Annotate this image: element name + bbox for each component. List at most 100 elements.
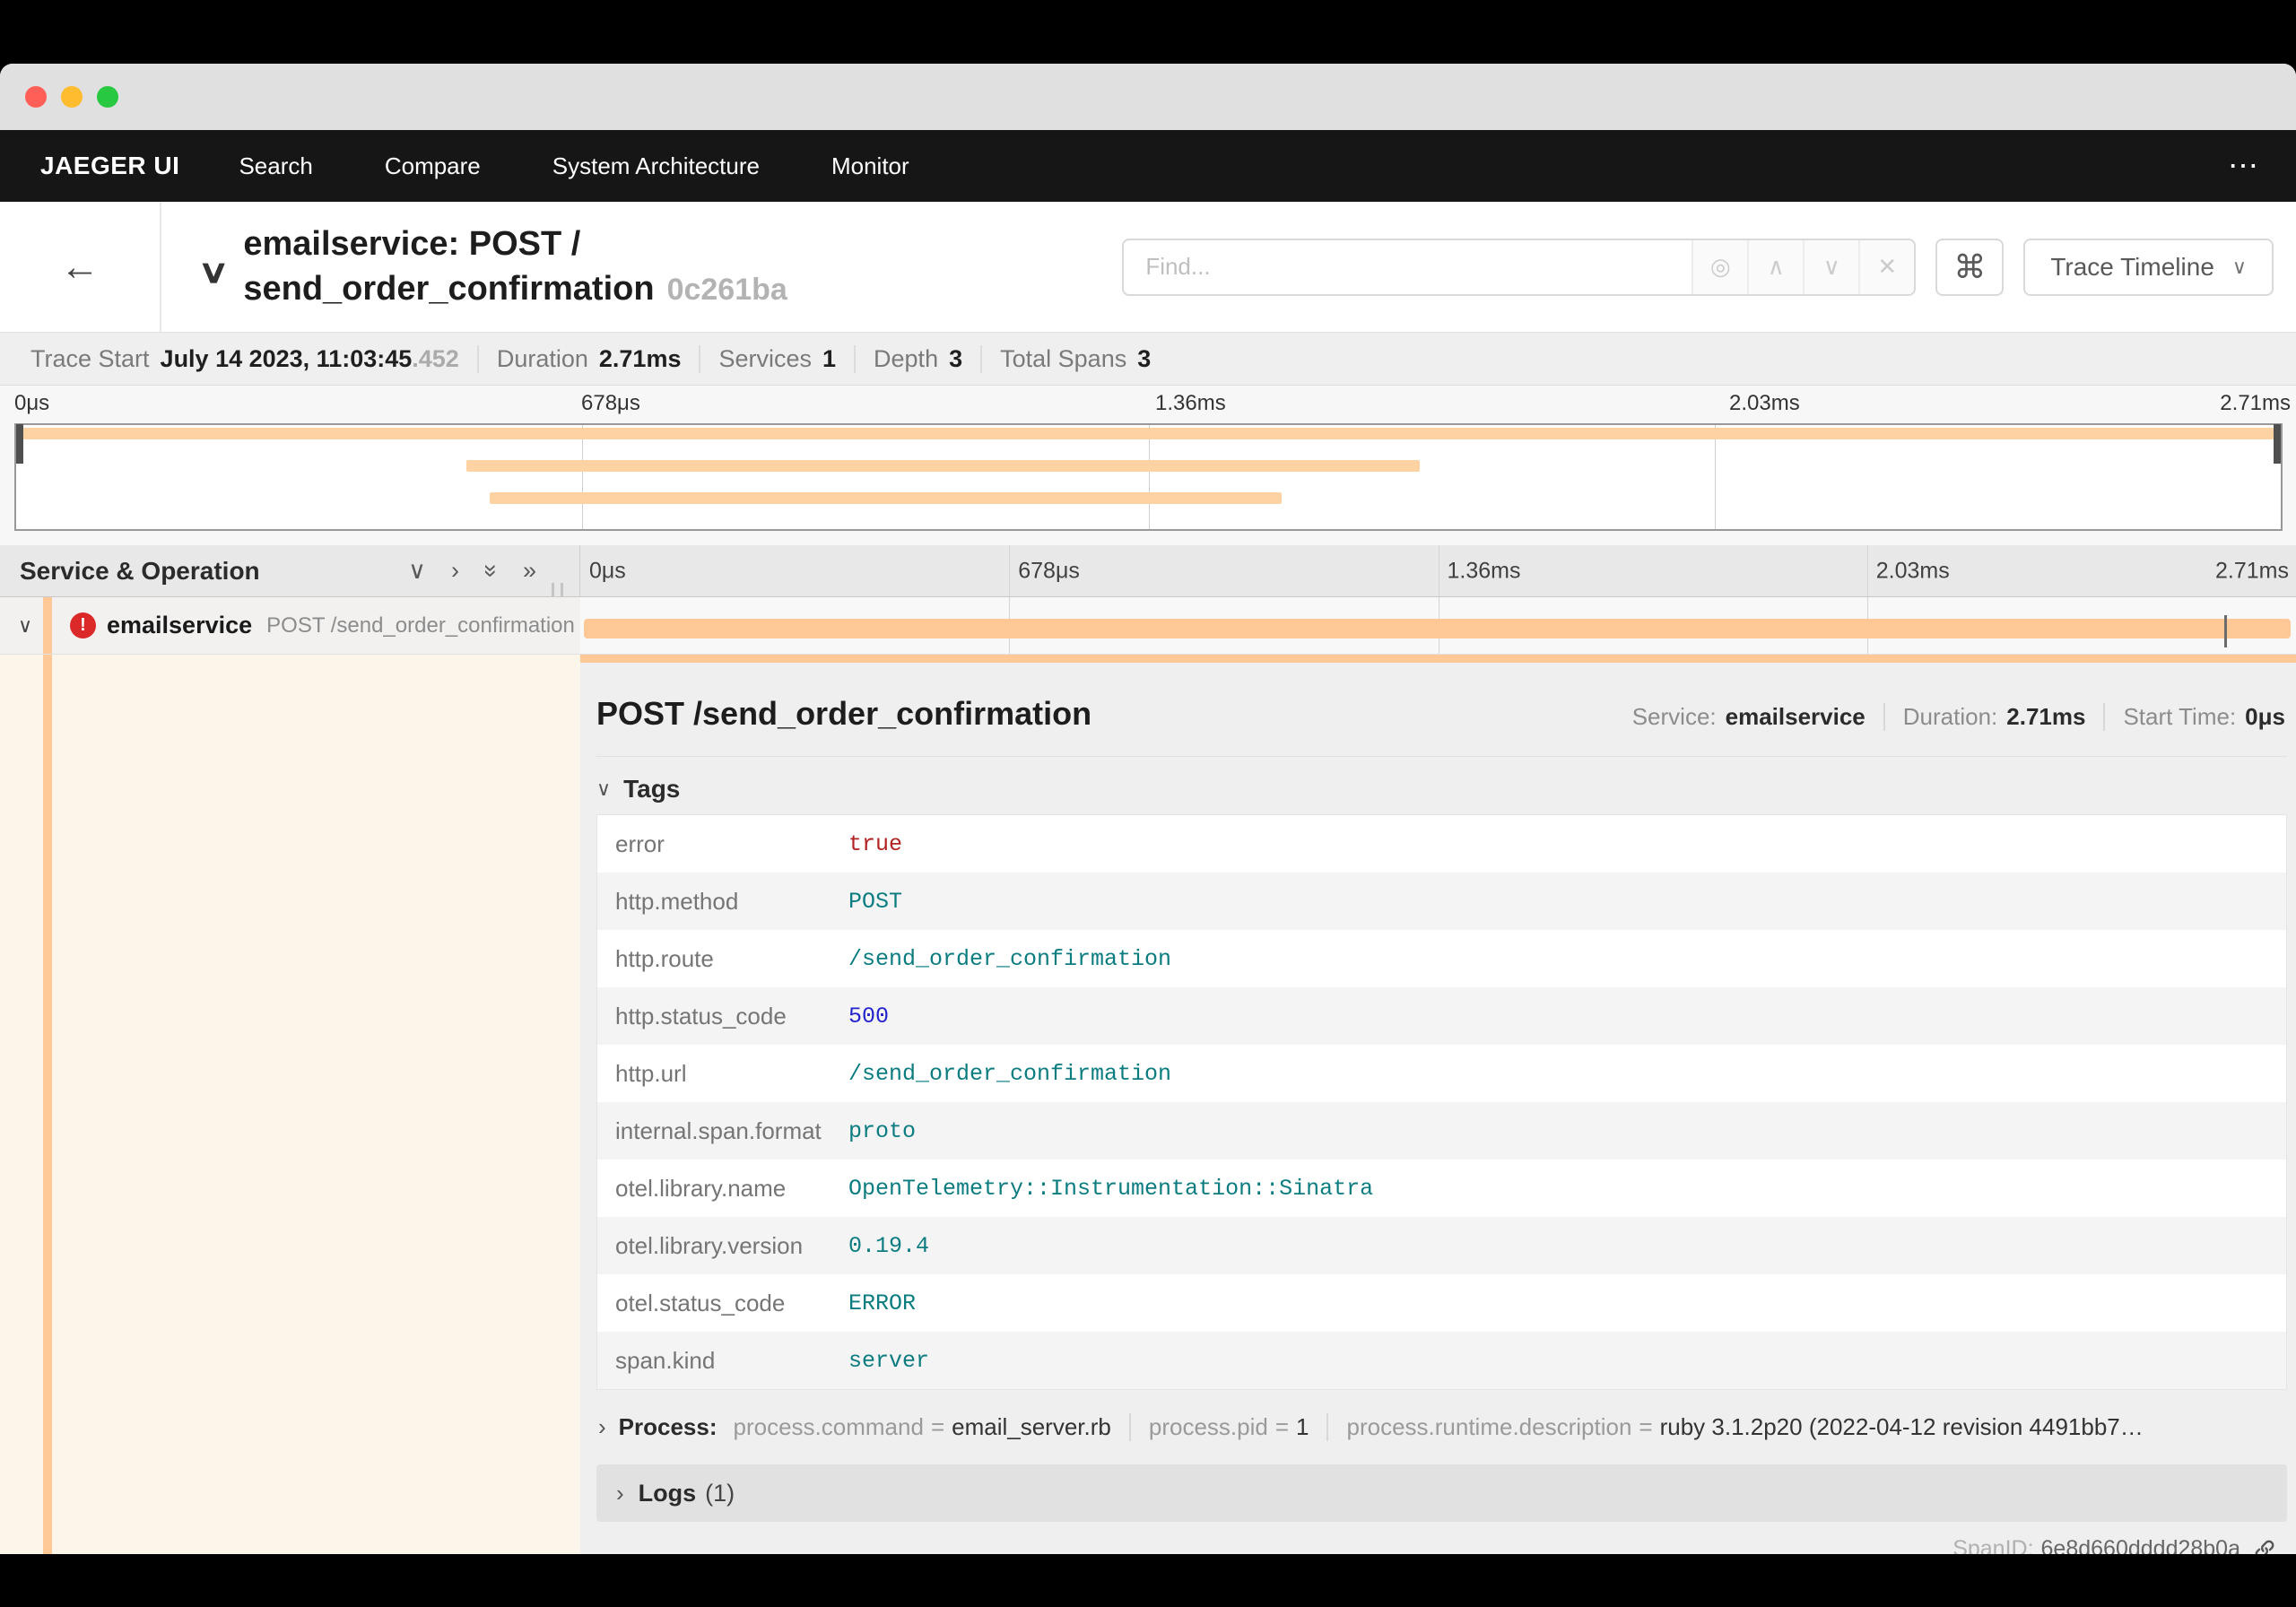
column-resizer-grip[interactable] [552,583,563,596]
timeline-tick-2: 1.36ms [1447,558,1521,583]
process-runtime-description: process.runtime.description = ruby 3.1.2p2… [1346,1413,2144,1440]
detail-row-top-strip [0,655,2296,663]
span-color-strip [43,597,52,654]
trace-title-line2: send_order_confirmation 0c261ba [243,270,787,308]
logs-section-header[interactable]: › Logs (1) [596,1464,2287,1522]
span-timeline-cell[interactable] [580,597,2296,654]
table-row: span.kind server [597,1332,2286,1389]
table-row: otel.library.version 0.19.4 [597,1217,2286,1274]
minimap-tick-1: 678μs [581,391,640,415]
minimap-tick-4: 2.71ms [2220,391,2291,415]
nav-item-compare[interactable]: Compare [385,152,481,180]
process-command: process.command = email_server.rb [734,1413,1131,1441]
minimap-span-bar-3 [489,492,1283,504]
span-row-emailservice[interactable]: ∨ ! emailservice POST /send_order_confir… [0,597,2296,655]
detail-indent-column [0,663,580,1554]
table-row: http.url/send_order_confirmation [615,1059,1172,1087]
summary-depth: Depth 3 [856,344,983,373]
back-button[interactable]: ← [0,202,161,332]
minimap-left-drag-handle[interactable] [16,424,23,464]
meta-duration: Duration: 2.71ms [1885,703,2106,731]
timeline-tick-4: 2.71ms [2215,558,2289,583]
table-row: otel.status_code ERROR [615,1289,917,1316]
detail-title-row: POST /send_order_confirmation Service: em… [596,695,2287,733]
table-row: http.route/send_order_confirmation [615,944,1172,972]
collapse-trace-chevron-icon[interactable]: ∨ [197,253,230,291]
expand-all-icon[interactable]: » [523,557,536,585]
meta-start-time: Start Time: 0μs [2123,703,2285,730]
nav-item-monitor[interactable]: Monitor [831,152,909,180]
process-section-header[interactable]: › Process: process.command = email_server.… [596,1413,2287,1441]
view-selector-label: Trace Timeline [2050,252,2214,281]
table-row: error true [615,830,903,857]
link-icon[interactable] [2253,1538,2276,1555]
traffic-lights [25,86,118,108]
table-row: internal.span.format proto [597,1102,2286,1160]
detail-meta: Service: emailservice Duration: 2.71ms Sta… [1614,703,2287,731]
zoom-window-button[interactable] [97,86,118,108]
prev-match-button[interactable]: ∧ [1747,239,1804,294]
span-service-name: emailservice [107,612,253,638]
nav-overflow-icon[interactable]: ⋯ [2228,148,2260,184]
nav-item-search[interactable]: Search [239,152,312,180]
app-window: JAEGER UI Search Compare System Architec… [0,64,2296,1554]
trace-id: 0c261ba [666,273,787,307]
keyboard-shortcuts-button[interactable]: ⌘ [1935,238,2005,296]
header-controls: Find... ◎ ∧ ∨ ✕ ⌘ Trace Timeline ∨ [1122,238,2274,296]
chevron-right-icon: › [598,1413,606,1440]
detail-span-bar [580,655,2296,663]
minimap-canvas[interactable] [14,423,2283,531]
span-id-footer: SpanID: 6e8d660dddd28b0a [596,1536,2287,1554]
table-row: otel.library.name OpenTelemetry::Instrume… [615,1174,1374,1202]
span-color-strip [43,655,52,663]
summary-services: Services 1 [700,344,857,373]
minimap-right-drag-handle[interactable] [2274,424,2281,464]
span-duration-bar[interactable] [583,619,2292,638]
timeline-header: 0μs 678μs 1.36ms 2.03ms 2.71ms [580,545,2296,596]
focus-match-button[interactable]: ◎ [1692,239,1748,294]
summary-trace-start: Trace Start July 14 2023, 11:03:45 .452 [13,344,479,373]
top-navbar: JAEGER UI Search Compare System Architec… [0,130,2296,202]
child-span-end-marker [2223,615,2227,647]
trace-title-block: emailservice: POST / send_order_confirma… [243,222,787,312]
close-window-button[interactable] [25,86,47,108]
tags-table: error true http.method POST http.route/sen… [596,814,2287,1390]
expand-one-icon[interactable]: › [451,557,459,585]
tags-section-header[interactable]: ∨ Tags [596,775,2287,804]
close-icon: ✕ [1877,253,1898,280]
minimap-tick-3: 2.03ms [1729,391,1800,415]
chevron-down-icon: ∨ [596,777,612,800]
screen: JAEGER UI Search Compare System Architec… [0,0,2296,1607]
span-grid-header: Service & Operation ∨ › » » 0μs 678μs 1.… [0,545,2296,597]
summary-total-spans: Total Spans 3 [1000,344,1152,372]
service-operation-header: Service & Operation ∨ › » » [0,545,580,596]
collapse-span-chevron-icon[interactable]: ∨ [18,614,32,638]
tags-section-title: Tags [623,775,681,803]
trace-summary-bar: Trace Start July 14 2023, 11:03:45 .452 … [0,332,2296,386]
clear-find-button[interactable]: ✕ [1858,239,1915,294]
chevron-down-icon: ∨ [2231,255,2247,278]
back-arrow-icon: ← [60,244,100,289]
table-row: http.status_code 500 [597,987,2286,1045]
nav-item-system-architecture[interactable]: System Architecture [552,152,760,180]
timeline-tick-0: 0μs [589,558,626,583]
minimap-gridline [1714,425,1716,529]
timeline-minimap: 0μs 678μs 1.36ms 2.03ms 2.71ms [0,386,2296,545]
span-name-cell: ∨ ! emailservice POST /send_order_confir… [0,597,580,654]
tree-controls: ∨ › » » [408,557,536,585]
trace-page-header: ← ∨ emailservice: POST / send_order_conf… [0,202,2296,332]
collapse-all-icon[interactable]: » [477,564,505,578]
collapse-one-icon[interactable]: ∨ [408,557,426,585]
macos-titlebar [0,64,2296,130]
next-match-button[interactable]: ∨ [1803,239,1859,294]
span-color-strip [43,663,52,1554]
minimap-gridline [582,425,584,529]
minimap-tick-0: 0μs [14,391,50,415]
error-icon: ! [70,612,96,638]
jaeger-logo[interactable]: JAEGER UI [40,152,179,180]
find-input[interactable]: Find... [1124,240,1692,294]
minimap-gridline [1148,425,1150,529]
summary-duration: Duration 2.71ms [479,344,701,373]
view-selector-dropdown[interactable]: Trace Timeline ∨ [2023,238,2274,296]
minimize-window-button[interactable] [61,86,83,108]
